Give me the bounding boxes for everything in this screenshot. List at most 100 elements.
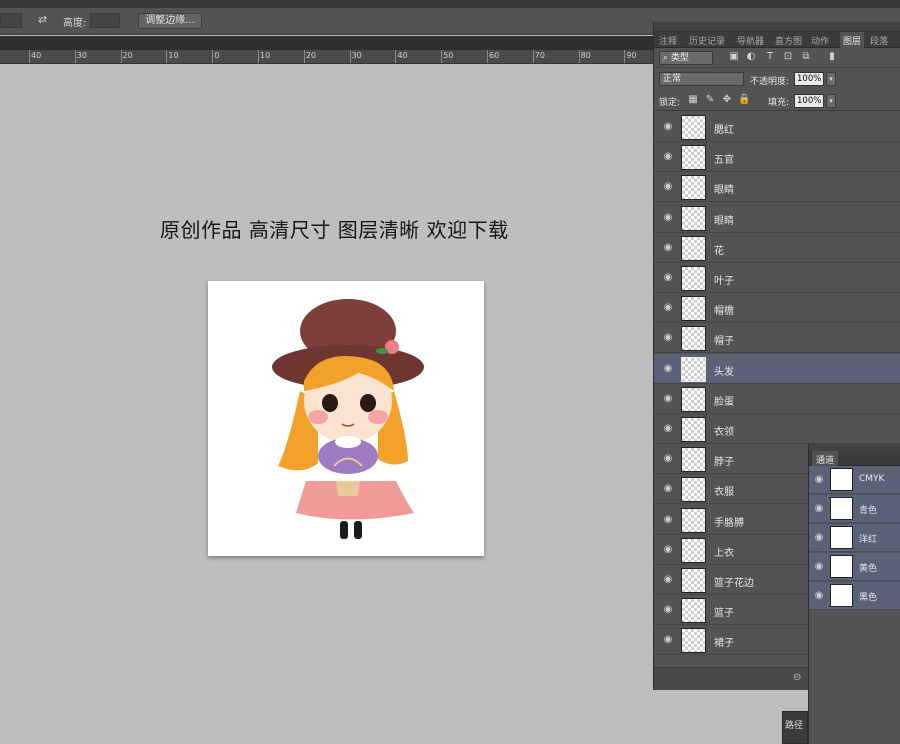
layer-thumbnail [681,568,706,593]
layer-row[interactable]: ◉ 衣领 [654,414,900,444]
tab-channels[interactable]: 通道 [812,451,839,466]
swap-arrows-icon[interactable]: ⇄ [38,13,47,26]
fill-input[interactable]: 100% [794,94,824,108]
ruler-label: 60 [489,51,500,60]
tab-6[interactable]: 段落 [870,34,888,47]
channel-row[interactable]: ◉ CMYK [809,466,900,494]
channel-row[interactable]: ◉ 洋红 [809,524,900,552]
visibility-eye-icon[interactable]: ◉ [662,363,674,375]
channel-eye-icon[interactable]: ◉ [813,561,825,573]
layer-row[interactable]: ◉ 头发 [654,353,900,384]
width-field[interactable] [0,13,22,28]
visibility-eye-icon[interactable]: ◉ [662,121,674,133]
channel-name: 黄色 [859,564,878,574]
link-layers-icon[interactable]: ⊝ [793,672,801,683]
height-field[interactable] [90,13,120,28]
visibility-eye-icon[interactable]: ◉ [662,423,674,435]
tab-0[interactable]: 注释 [659,34,677,47]
tab-5[interactable]: 图层 [840,32,865,48]
tab-4[interactable]: 动作 [811,34,829,47]
layer-row[interactable]: ◉ 叶子 [654,263,900,293]
layer-row[interactable]: ◉ 帽檐 [654,293,900,324]
height-label: 高度: [63,18,87,29]
visibility-eye-icon[interactable]: ◉ [662,514,674,526]
layer-name: 手胳膊 [714,517,744,529]
visibility-eye-icon[interactable]: ◉ [662,212,674,224]
layer-row[interactable]: ◉ 眼睛 [654,172,900,203]
layer-row[interactable]: ◉ 腮红 [654,112,900,142]
visibility-eye-icon[interactable]: ◉ [662,483,674,495]
lock-all-icon[interactable]: 🔒 [738,94,750,106]
layer-thumbnail [681,386,706,412]
filter-toggle-icon[interactable]: ▮ [826,51,838,63]
channels-panel: 通道 ◉ CMYK ◉ 青色 ◉ 洋红 ◉ 黄色 ◉ 黑色 [808,443,900,744]
ruler-label: 0 [214,51,220,60]
blend-mode-select[interactable]: 正常 [659,72,744,86]
visibility-eye-icon[interactable]: ◉ [662,332,674,344]
tab-2[interactable]: 导航器 [737,34,764,47]
layer-row[interactable]: ◉ 眼睛 [654,202,900,233]
adjustment-filter-icon[interactable]: ◐ [745,51,757,63]
ruler-tick [74,50,76,63]
channel-eye-icon[interactable]: ◉ [813,474,825,486]
tab-paths[interactable]: 路径 [785,718,803,731]
layer-thumbnail [681,628,706,654]
tab-1[interactable]: 历史记录 [689,34,725,47]
type-filter-icon[interactable]: T [764,51,776,63]
opacity-dropdown-button[interactable]: ▾ [826,72,836,86]
lock-transparency-icon[interactable]: ▦ [687,94,699,106]
visibility-eye-icon[interactable]: ◉ [662,634,674,646]
opacity-input[interactable]: 100% [794,72,824,86]
channel-row[interactable]: ◉ 青色 [809,495,900,523]
visibility-eye-icon[interactable]: ◉ [662,181,674,193]
layer-row[interactable]: ◉ 花 [654,232,900,263]
channel-name: 黑色 [859,593,878,603]
tab-3[interactable]: 直方图 [775,34,802,47]
visibility-eye-icon[interactable]: ◉ [662,604,674,616]
visibility-eye-icon[interactable]: ◉ [662,393,674,405]
pixel-filter-icon[interactable]: ▣ [728,51,740,63]
visibility-eye-icon[interactable]: ◉ [662,544,674,556]
layer-row[interactable]: ◉ 帽子 [654,323,900,354]
ruler-label: 10 [168,51,179,60]
channel-row[interactable]: ◉ 黄色 [809,553,900,581]
visibility-eye-icon[interactable]: ◉ [662,272,674,284]
channel-row[interactable]: ◉ 黑色 [809,582,900,610]
refine-edge-button[interactable]: 调整边缘... [138,13,202,29]
panel-grip[interactable] [654,22,900,32]
ruler-tick [349,50,351,63]
layer-filter-row: ⌕ 类型 ▣ ◐ T ⊡ ⧉ ▮ [654,48,900,68]
shape-filter-icon[interactable]: ⊡ [782,51,794,63]
filter-kind-select[interactable]: ⌕ 类型 [659,51,713,65]
layer-thumbnail [681,537,706,563]
document-canvas[interactable] [208,281,484,556]
visibility-eye-icon[interactable]: ◉ [662,302,674,314]
fill-dropdown-button[interactable]: ▾ [826,94,836,108]
ruler-label: 40 [397,51,408,60]
channels-panel-grip[interactable] [809,443,900,451]
visibility-eye-icon[interactable]: ◉ [662,574,674,586]
ruler-tick [212,50,214,63]
lock-pixels-icon[interactable]: ✎ [704,94,716,106]
layer-row[interactable]: ◉ 脸蛋 [654,383,900,414]
channel-eye-icon[interactable]: ◉ [813,532,825,544]
layer-name: 头发 [714,366,734,378]
ruler-label: 30 [351,51,362,60]
channel-eye-icon[interactable]: ◉ [813,590,825,602]
layer-thumbnail [681,296,706,322]
visibility-eye-icon[interactable]: ◉ [662,151,674,163]
layer-row[interactable]: ◉ 五官 [654,142,900,173]
visibility-eye-icon[interactable]: ◉ [662,242,674,254]
fill-label: 填充: [768,98,790,108]
ruler-tick [578,50,580,63]
channel-thumbnail [830,468,853,491]
ruler-tick [29,50,30,63]
channel-eye-icon[interactable]: ◉ [813,503,825,515]
visibility-eye-icon[interactable]: ◉ [662,453,674,465]
smart-object-filter-icon[interactable]: ⧉ [800,51,812,63]
basket [336,481,360,496]
lock-position-icon[interactable]: ✥ [721,94,733,106]
ruler-tick [120,50,122,63]
ruler-tick [258,50,259,63]
layer-thumbnail [681,266,706,291]
